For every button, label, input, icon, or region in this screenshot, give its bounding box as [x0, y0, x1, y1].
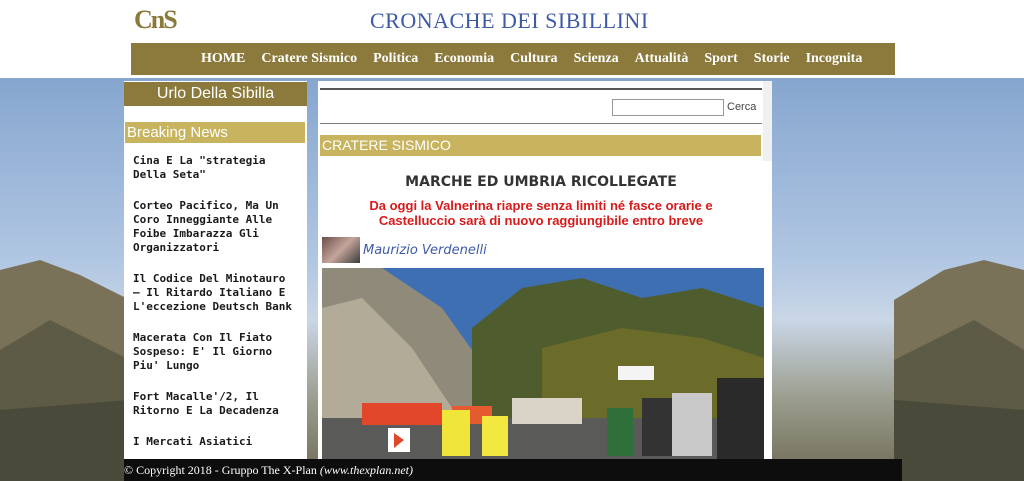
section-title[interactable]: CRATERE SISMICO — [320, 135, 761, 156]
author-avatar — [322, 237, 360, 263]
divider — [320, 88, 762, 90]
mountain-left-image — [0, 260, 130, 481]
nav-cratere-sismico[interactable]: Cratere Sismico — [253, 51, 365, 67]
news-item[interactable]: I Mercati Asiatici — [133, 435, 293, 449]
search-frame-scrollbar[interactable] — [763, 81, 772, 161]
news-item[interactable]: Il Codice Del Minotauro – Il Ritardo Ita… — [133, 272, 293, 314]
news-item[interactable]: Macerata Con Il Fiato Sospeso: E' Il Gio… — [133, 331, 293, 373]
nav-attualita[interactable]: Attualità — [627, 51, 697, 67]
news-item[interactable]: Corteo Pacifico, Ma Un Coro Inneggiante … — [133, 199, 293, 255]
site-title[interactable]: CRONACHE DEI SIBILLINI — [370, 8, 649, 34]
urlo-della-sibilla-header[interactable]: Urlo Della Sibilla — [124, 82, 307, 106]
nav-scienza[interactable]: Scienza — [566, 51, 627, 67]
breaking-news-header: Breaking News — [125, 122, 305, 143]
divider — [320, 123, 762, 124]
news-item[interactable]: Cina E La "strategia Della Seta" — [133, 154, 293, 182]
nav-politica[interactable]: Politica — [365, 51, 426, 67]
main-content: Cerca CRATERE SISMICO MARCHE ED UMBRIA R… — [318, 81, 772, 459]
site-footer: © Copyright 2018 - Gruppo The X-Plan (ww… — [124, 459, 902, 481]
article-subheadline: Da oggi la Valnerina riapre senza limiti… — [369, 198, 713, 228]
nav-home[interactable]: HOME — [193, 51, 253, 67]
site-logo[interactable]: CnS — [134, 5, 196, 34]
site-header: CnS CRONACHE DEI SIBILLINI HOME Cratere … — [0, 0, 1024, 78]
footer-site-link[interactable]: (www.thexplan.net) — [320, 463, 413, 477]
main-navbar: HOME Cratere Sismico Politica Economia C… — [131, 43, 895, 75]
nav-cultura[interactable]: Cultura — [502, 51, 565, 67]
news-item[interactable]: Fort Macalle'/2, Il Ritorno E La Decaden… — [133, 390, 293, 418]
left-sidebar: Urlo Della Sibilla Breaking News Cina E … — [124, 81, 307, 459]
nav-sport[interactable]: Sport — [696, 51, 745, 67]
search-input[interactable] — [612, 99, 724, 116]
article-headline[interactable]: MARCHE ED UMBRIA RICOLLEGATE — [318, 174, 764, 190]
breaking-news-list: Cina E La "strategia Della Seta" Corteo … — [133, 154, 293, 466]
nav-storie[interactable]: Storie — [746, 51, 798, 67]
mountain-right-image — [894, 260, 1024, 481]
author-name[interactable]: Maurizio Verdenelli — [363, 243, 487, 258]
article-photo[interactable] — [322, 268, 764, 459]
nav-economia[interactable]: Economia — [426, 51, 502, 67]
copyright-text: © Copyright 2018 - Gruppo The X-Plan — [124, 463, 320, 477]
nav-incognita[interactable]: Incognita — [798, 51, 871, 67]
search-button[interactable]: Cerca — [727, 101, 756, 113]
